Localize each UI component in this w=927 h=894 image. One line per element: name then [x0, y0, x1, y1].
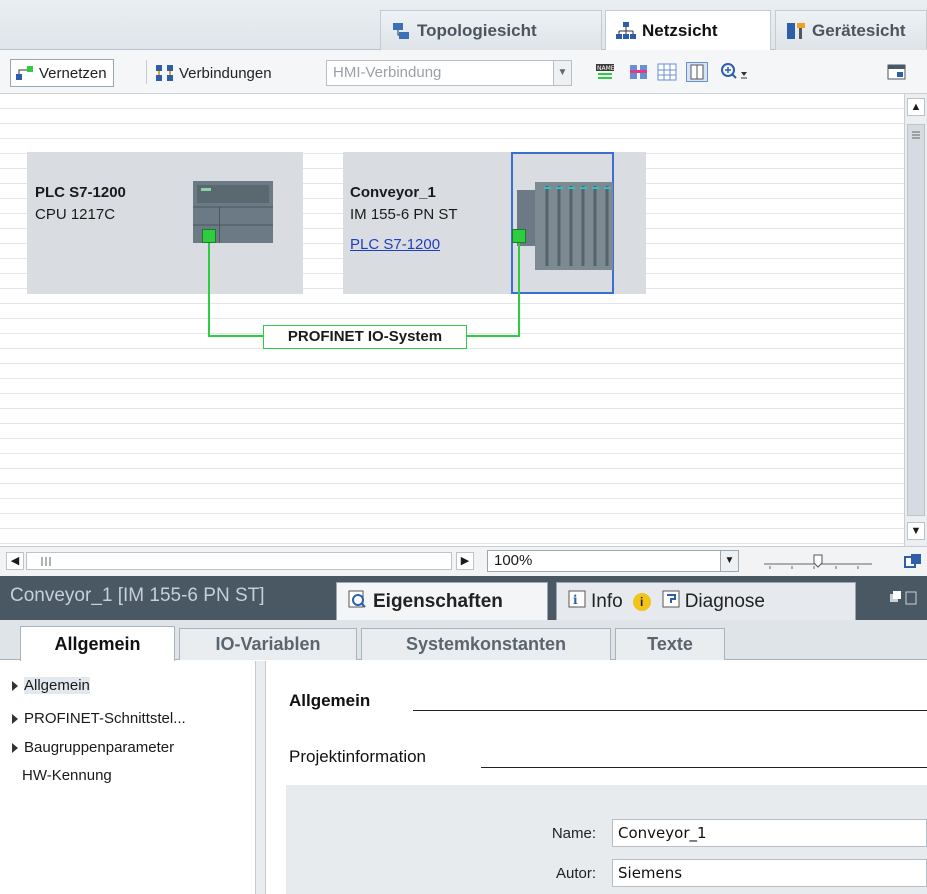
- properties-icon: [347, 589, 367, 615]
- scroll-down-icon[interactable]: ▼: [907, 522, 925, 540]
- view-tabs: Topologiesicht Netzsicht Gerätesicht: [0, 0, 927, 51]
- expand-arrow-icon[interactable]: [12, 680, 18, 691]
- subtab-system-constants[interactable]: Systemkonstanten: [361, 628, 611, 660]
- profinet-io-system-label[interactable]: PROFINET IO-System: [263, 325, 467, 349]
- section-divider: [413, 710, 927, 711]
- table-view-icon[interactable]: [686, 62, 708, 82]
- name-label: Name:: [551, 825, 596, 842]
- canvas-vertical-scrollbar[interactable]: ▲ ▼: [904, 94, 927, 546]
- info-icon: i: [567, 589, 587, 615]
- nav-item-hw-id[interactable]: HW-Kennung: [22, 767, 112, 784]
- window-controls-icon[interactable]: [888, 590, 918, 606]
- device-view-icon: [786, 21, 806, 41]
- svg-text:i: i: [573, 593, 578, 607]
- grid-view-icon[interactable]: [656, 62, 678, 82]
- highlight-connection-icon[interactable]: [628, 62, 650, 82]
- connection-type-value: HMI-Verbindung: [333, 64, 442, 81]
- network-canvas[interactable]: PLC S7-1200 CPU 1217C Conveyor_1 IM 155-…: [0, 94, 904, 546]
- scroll-thumb[interactable]: [907, 124, 925, 516]
- svg-text:NAME: NAME: [597, 65, 615, 72]
- network-connect-icon: [15, 64, 33, 82]
- canvas-status-bar: ◀ ▶ 100% ▼: [0, 546, 927, 576]
- nav-item-general[interactable]: Allgemein: [12, 677, 90, 694]
- profinet-connection-line[interactable]: [0, 94, 904, 546]
- expand-arrow-icon[interactable]: [12, 713, 18, 724]
- tab-properties[interactable]: Eigenschaften: [336, 582, 548, 620]
- show-address-icon[interactable]: NAME: [594, 62, 616, 82]
- scroll-right-icon[interactable]: ▶: [456, 552, 474, 570]
- subtab-texts[interactable]: Texte: [615, 628, 725, 660]
- section-title-general: Allgemein: [289, 691, 371, 710]
- scroll-left-icon[interactable]: ◀: [6, 552, 24, 570]
- tab-properties-label: Eigenschaften: [373, 590, 503, 612]
- section-divider: [481, 767, 927, 768]
- nav-item-module-parameters[interactable]: Baugruppenparameter: [12, 739, 174, 756]
- verbindungen-button[interactable]: Verbindungen: [155, 59, 272, 87]
- inspector-title: Conveyor_1 [IM 155-6 PN ST]: [10, 585, 265, 606]
- subtab-io-variables[interactable]: IO-Variablen: [179, 628, 357, 660]
- scroll-up-icon[interactable]: ▲: [907, 98, 925, 116]
- nav-item-label: Baugruppenparameter: [24, 739, 175, 756]
- network-icon: [616, 21, 636, 41]
- vernetzen-label: Vernetzen: [39, 64, 107, 82]
- diagnose-icon: [661, 589, 681, 615]
- navigation-splitter[interactable]: [256, 661, 266, 894]
- connections-icon: [155, 64, 173, 82]
- tab-topology-view[interactable]: Topologiesicht: [380, 10, 602, 50]
- tab-topology-label: Topologiesicht: [417, 20, 537, 40]
- horizontal-scroll-track[interactable]: [26, 552, 452, 570]
- name-field[interactable]: Conveyor_1: [612, 819, 927, 847]
- topology-icon: [391, 21, 411, 41]
- verbindungen-label: Verbindungen: [179, 64, 272, 82]
- tab-info-label: Info: [591, 590, 623, 612]
- author-field[interactable]: Siemens: [612, 859, 927, 887]
- tab-network-view[interactable]: Netzsicht: [605, 10, 771, 51]
- tab-device-label: Gerätesicht: [812, 20, 906, 40]
- overview-icon[interactable]: [903, 552, 923, 572]
- tab-diagnose-label: Diagnose: [684, 590, 765, 612]
- zoom-slider[interactable]: [762, 553, 874, 571]
- subtab-general[interactable]: Allgemein: [20, 626, 175, 661]
- inspector-subtabs: Allgemein IO-Variablen Systemkonstanten …: [0, 620, 927, 661]
- project-info-form: Name: Conveyor_1 Autor: Siemens: [286, 785, 927, 894]
- nav-item-label: HW-Kennung: [22, 767, 112, 784]
- panel-toggle-icon[interactable]: [886, 62, 908, 82]
- zoom-select[interactable]: 100% ▼: [487, 550, 739, 572]
- inspector-title-bar: Conveyor_1 [IM 155-6 PN ST] Eigenschafte…: [0, 576, 927, 620]
- nav-item-profinet-interface[interactable]: PROFINET-Schnittstel...: [12, 710, 186, 727]
- expand-arrow-icon[interactable]: [12, 742, 18, 753]
- section-title-project-info: Projektinformation: [289, 747, 427, 766]
- network-toolbar: Vernetzen Verbindungen HMI-Verbindung ▼ …: [0, 50, 927, 94]
- toolbar-separator: [146, 60, 147, 84]
- info-badge-icon: i: [632, 592, 651, 611]
- nav-item-label: PROFINET-Schnittstel...: [24, 710, 186, 727]
- zoom-value: 100%: [494, 552, 533, 569]
- zoom-icon[interactable]: [720, 62, 750, 82]
- properties-navigation: Allgemein PROFINET-Schnittstel... Baugru…: [0, 661, 256, 894]
- chevron-down-icon[interactable]: ▼: [720, 551, 738, 571]
- tab-info-diagnose[interactable]: i Info i Diagnose: [556, 582, 856, 620]
- connection-type-select[interactable]: HMI-Verbindung ▼: [326, 60, 572, 86]
- tab-network-label: Netzsicht: [642, 21, 718, 40]
- tab-device-view[interactable]: Gerätesicht: [775, 10, 927, 50]
- vernetzen-button[interactable]: Vernetzen: [10, 59, 114, 87]
- nav-item-label: Allgemein: [24, 677, 90, 694]
- author-label: Autor:: [555, 865, 596, 882]
- chevron-down-icon[interactable]: ▼: [553, 61, 571, 85]
